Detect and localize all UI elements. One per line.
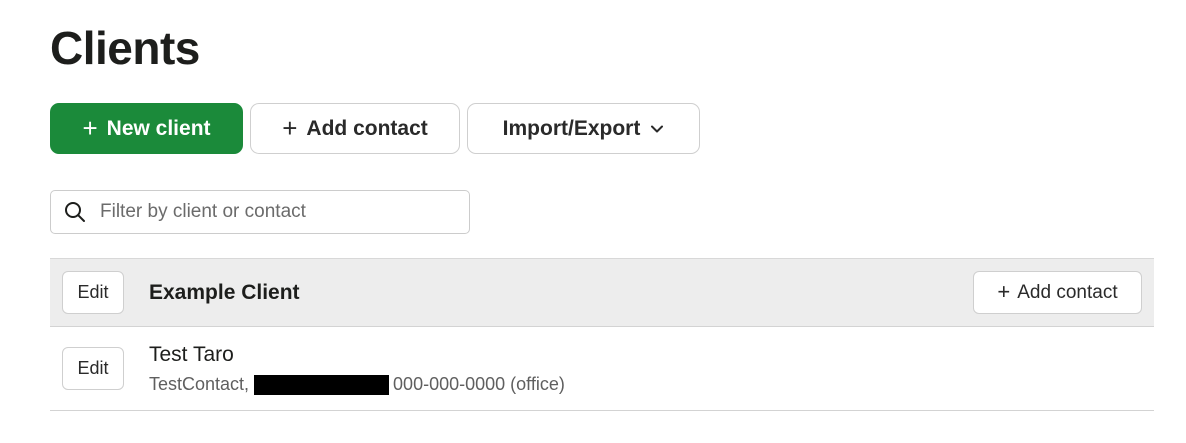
filter-field[interactable] [50,190,470,234]
filter-input[interactable] [98,200,438,224]
add-contact-label: Add contact [306,116,428,140]
plus-icon: + [997,278,1011,304]
client-header-row: Edit Example Client + Add contact [50,258,1154,327]
contact-row: Edit Test Taro TestContact, 000-000-0000… [50,327,1154,411]
new-client-label: New client [106,116,211,140]
search-icon [65,202,85,222]
toolbar: + New client + Add contact Import/Export [50,103,700,154]
new-client-button[interactable]: + New client [50,103,243,154]
chevron-down-icon [651,125,664,132]
redacted-block [254,374,390,395]
page-title: Clients [50,22,200,74]
client-add-contact-button[interactable]: + Add contact [973,271,1142,314]
import-export-button[interactable]: Import/Export [467,103,700,154]
contact-title: TestContact, [149,374,250,394]
contact-phone: 000-000-0000 (office) [393,374,565,394]
edit-client-button[interactable]: Edit [62,271,124,314]
plus-icon: + [82,112,98,143]
contact-detail: TestContact, 000-000-0000 (office) [149,374,565,395]
contact-name: Test Taro [149,343,234,366]
import-export-label: Import/Export [502,116,641,140]
edit-contact-button[interactable]: Edit [62,347,124,390]
add-contact-button[interactable]: + Add contact [250,103,460,154]
client-name: Example Client [149,281,300,304]
client-add-contact-label: Add contact [1017,281,1118,303]
plus-icon: + [282,112,298,143]
